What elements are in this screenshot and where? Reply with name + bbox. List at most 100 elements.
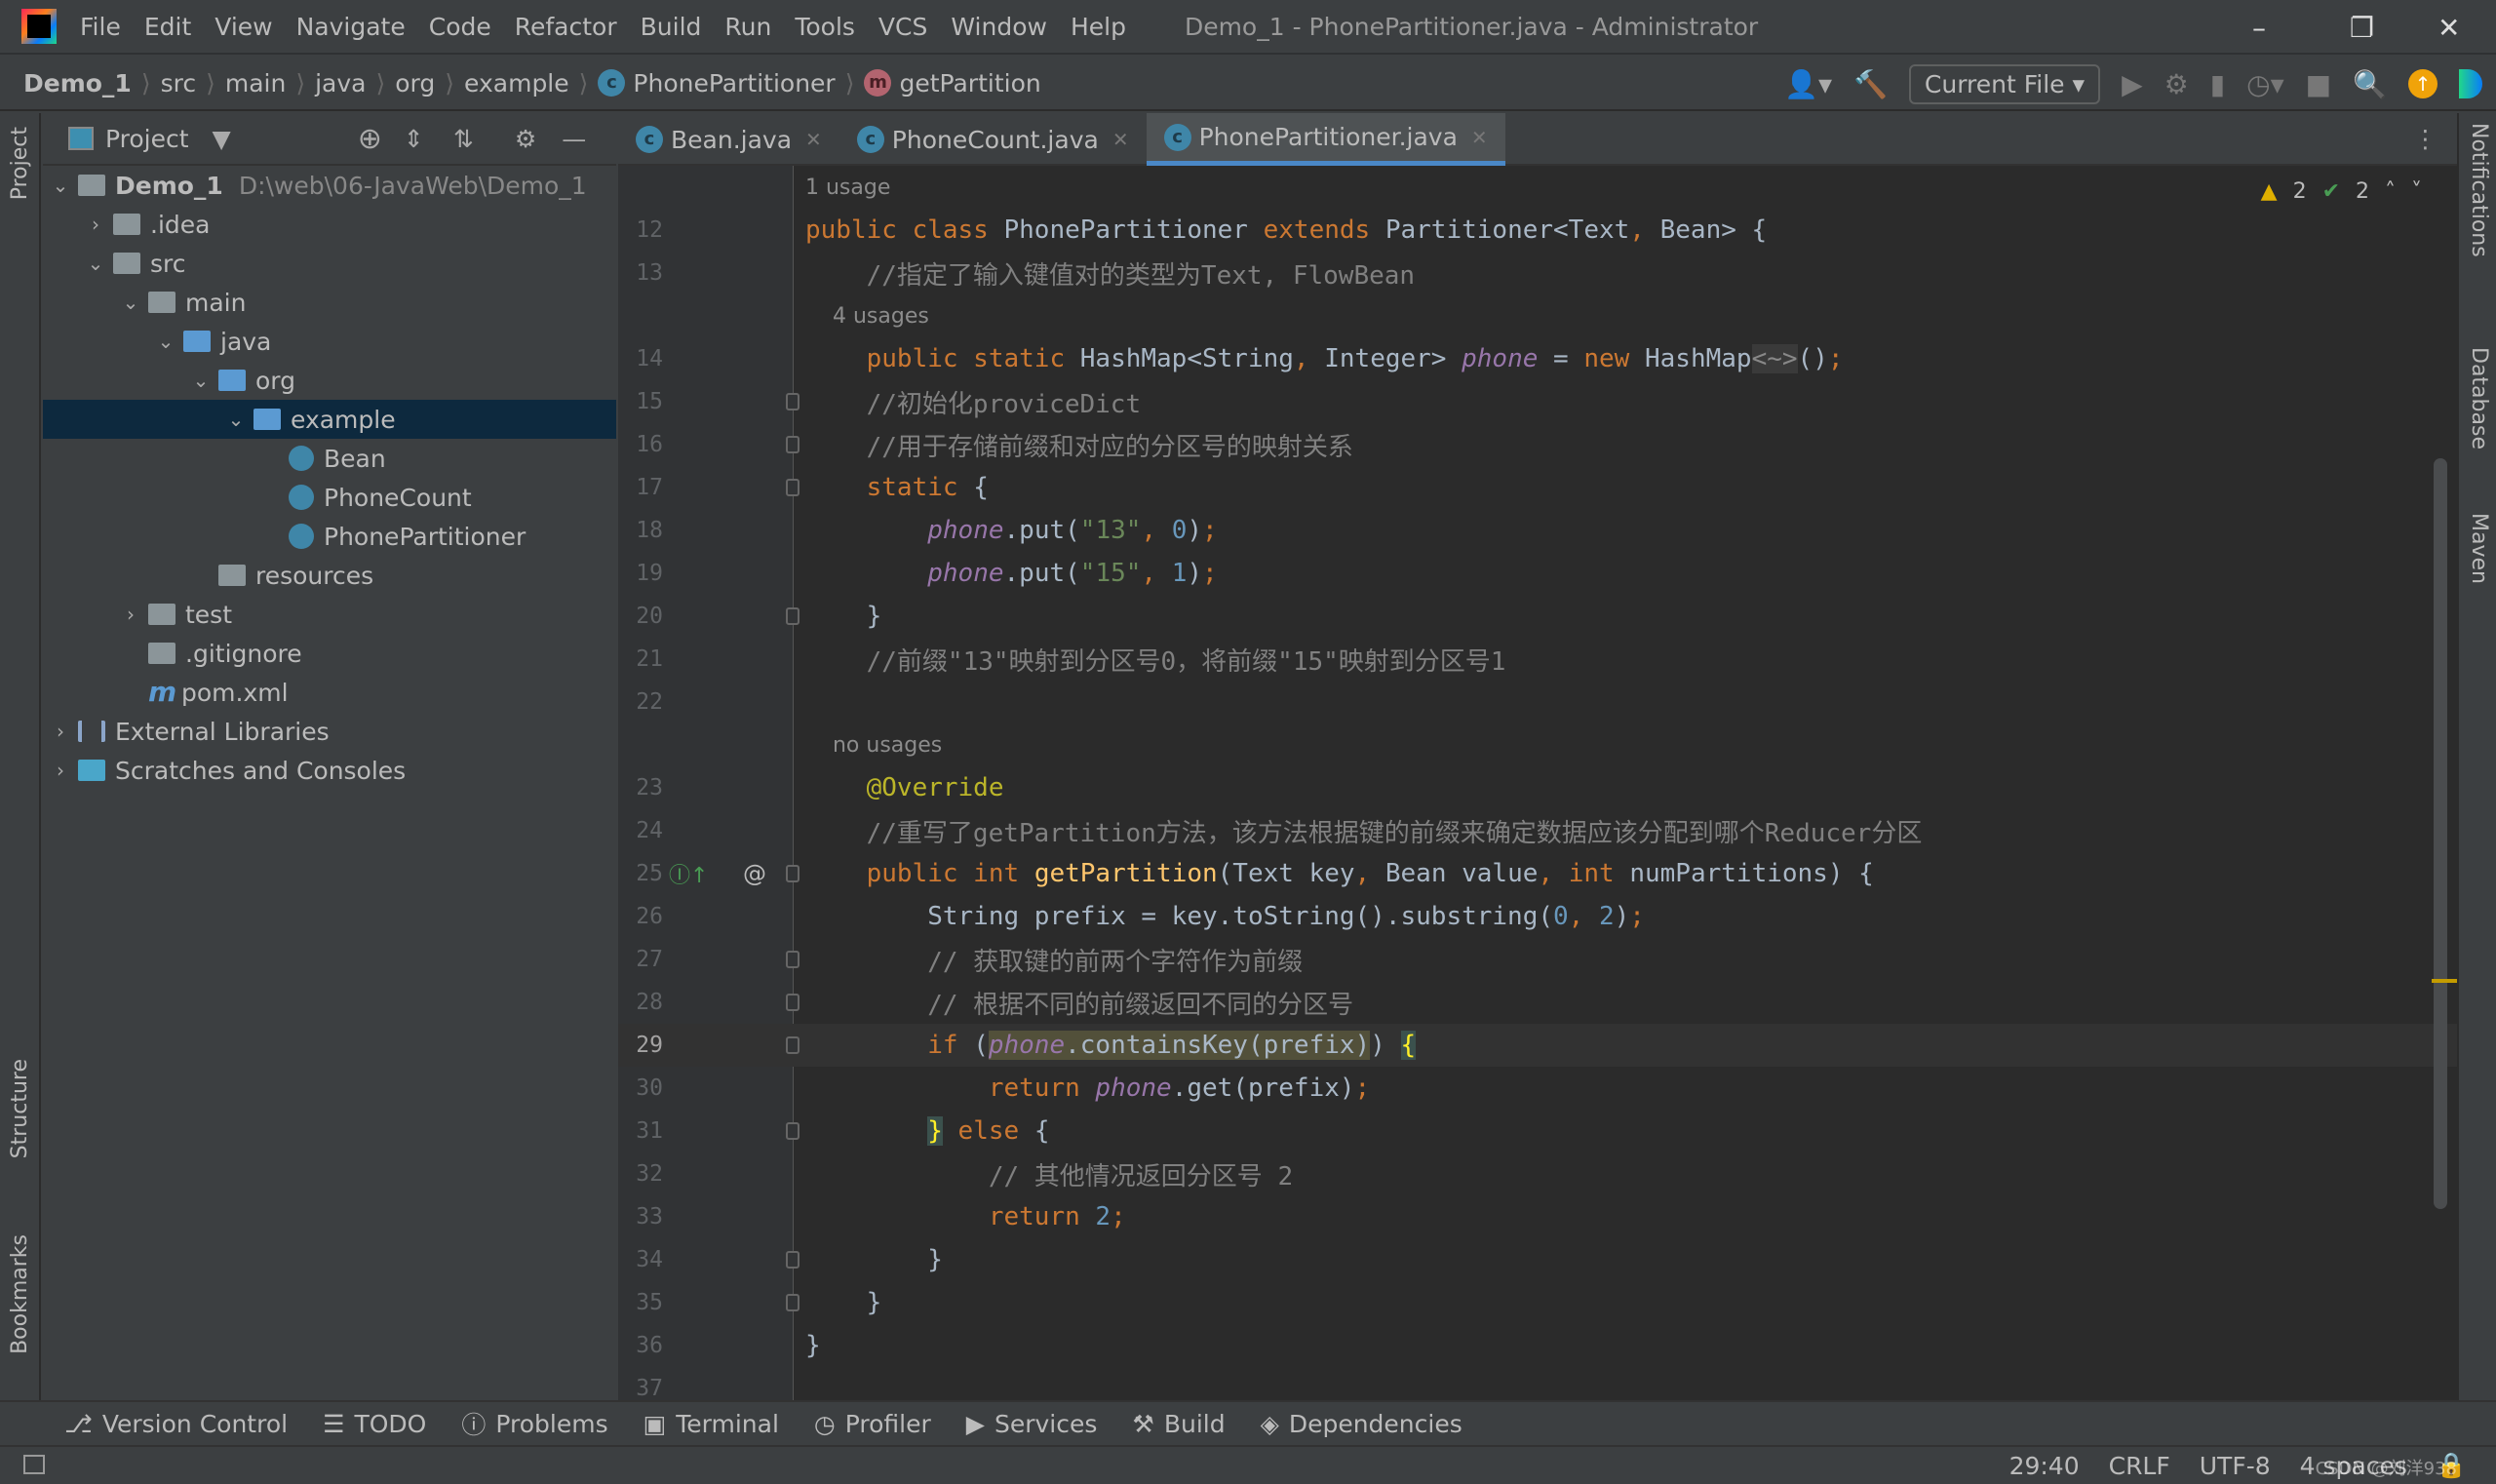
file-encoding[interactable]: UTF-8 xyxy=(2200,1452,2271,1480)
chevron-down-icon[interactable]: ⌄ xyxy=(113,291,148,314)
fold-marker-icon[interactable] xyxy=(786,865,800,882)
line-number[interactable]: 19 xyxy=(618,561,663,586)
previous-highlight-icon[interactable]: ˄ xyxy=(2385,179,2396,204)
menu-code[interactable]: Code xyxy=(429,13,491,41)
menu-build[interactable]: Build xyxy=(641,13,702,41)
menu-refactor[interactable]: Refactor xyxy=(515,13,617,41)
project-view-select[interactable]: Project xyxy=(105,125,189,153)
tool-window-problems[interactable]: ⓘ Problems xyxy=(461,1406,607,1441)
fold-marker-icon[interactable] xyxy=(786,607,800,625)
chevron-down-icon[interactable]: ⌄ xyxy=(183,369,218,392)
line-number[interactable]: 16 xyxy=(618,432,663,457)
project-tool-button[interactable]: Project xyxy=(8,127,32,200)
menu-edit[interactable]: Edit xyxy=(144,13,191,41)
tree-item[interactable]: ⌄ java xyxy=(43,322,616,361)
menu-navigate[interactable]: Navigate xyxy=(296,13,406,41)
editor-scrollbar[interactable] xyxy=(2434,458,2447,1209)
caret-position[interactable]: 29:40 xyxy=(2009,1452,2080,1480)
coverage-icon[interactable]: ▮ xyxy=(2210,68,2225,100)
run-icon[interactable]: ▶ xyxy=(2122,68,2143,100)
breadcrumb-item[interactable]: c PhonePartitioner ⟩ xyxy=(598,69,864,98)
hide-panel-icon[interactable]: — xyxy=(562,125,586,153)
usage-hint[interactable]: 4 usages xyxy=(805,304,929,329)
restore-icon[interactable]: ❐ xyxy=(2350,12,2374,44)
search-icon[interactable]: 🔍 xyxy=(2353,68,2387,100)
tree-item[interactable]: m pom.xml xyxy=(43,673,616,712)
more-tabs-icon[interactable]: ⋮ xyxy=(2413,125,2438,153)
chevron-right-icon[interactable]: › xyxy=(43,720,78,743)
tree-item[interactable]: PhoneCount xyxy=(43,478,616,517)
line-number[interactable]: 21 xyxy=(618,646,663,672)
expand-all-icon[interactable]: ⇕ xyxy=(404,125,424,153)
chevron-right-icon[interactable]: › xyxy=(113,603,148,626)
line-number[interactable]: 29 xyxy=(618,1033,663,1058)
tool-window-build[interactable]: ⚒ Build xyxy=(1132,1410,1225,1438)
line-number[interactable]: 24 xyxy=(618,818,663,843)
notifications-tool-button[interactable]: Notifications xyxy=(2467,123,2491,257)
line-number[interactable]: 14 xyxy=(618,346,663,371)
chevron-down-icon[interactable]: ▼ xyxy=(213,125,231,153)
gear-icon[interactable]: ⚙ xyxy=(515,125,536,153)
line-number[interactable]: 17 xyxy=(618,475,663,500)
structure-tool-button[interactable]: Structure xyxy=(8,1059,32,1158)
tree-item[interactable]: › test xyxy=(43,595,616,634)
bookmarks-tool-button[interactable]: Bookmarks xyxy=(8,1234,32,1354)
tree-item[interactable]: ⌄ org xyxy=(43,361,616,400)
usage-hint[interactable]: no usages xyxy=(805,733,942,758)
fold-marker-icon[interactable] xyxy=(786,1251,800,1269)
editor-tab[interactable]: c PhonePartitioner.java ✕ xyxy=(1146,113,1505,166)
breadcrumb-item[interactable]: example ⟩ xyxy=(464,69,598,98)
chevron-down-icon[interactable]: ⌄ xyxy=(218,408,254,431)
tool-window-terminal[interactable]: ▣ Terminal xyxy=(644,1410,779,1438)
next-highlight-icon[interactable]: ˅ xyxy=(2411,179,2422,204)
implements-method-icon[interactable]: Ⓘ↑ xyxy=(669,858,708,889)
tree-item[interactable]: .gitignore xyxy=(43,634,616,673)
line-number[interactable]: 33 xyxy=(618,1204,663,1230)
database-tool-button[interactable]: Database xyxy=(2467,347,2491,449)
line-number[interactable]: 34 xyxy=(618,1247,663,1272)
tool-window-profiler[interactable]: ◷ Profiler xyxy=(814,1410,931,1438)
line-number[interactable]: 37 xyxy=(618,1376,663,1400)
line-separator[interactable]: CRLF xyxy=(2109,1452,2170,1480)
tree-item[interactable]: resources xyxy=(43,556,616,595)
maven-tool-button[interactable]: Maven xyxy=(2467,513,2491,584)
line-number[interactable]: 26 xyxy=(618,904,663,929)
line-number[interactable]: 13 xyxy=(618,260,663,286)
fold-marker-icon[interactable] xyxy=(786,994,800,1011)
run-configuration-select[interactable]: Current File ▾ xyxy=(1908,63,2101,104)
breadcrumb-item[interactable]: Demo_1 ⟩ xyxy=(23,69,161,98)
tool-window-services[interactable]: ▶ Services xyxy=(966,1410,1098,1438)
code-with-me-icon[interactable] xyxy=(2459,69,2482,98)
tree-item[interactable]: Bean xyxy=(43,439,616,478)
code-lines[interactable]: 1 usage 12 public class PhonePartitioner e… xyxy=(618,166,2457,1400)
tree-item[interactable]: ⌄ src xyxy=(43,244,616,283)
line-number[interactable]: 22 xyxy=(618,689,663,715)
fold-marker-icon[interactable] xyxy=(786,1036,800,1054)
debug-icon[interactable]: ⚙ xyxy=(2164,68,2189,100)
chevron-down-icon[interactable]: ⌄ xyxy=(78,252,113,275)
stop-icon[interactable]: ■ xyxy=(2306,68,2331,100)
fold-marker-icon[interactable] xyxy=(786,393,800,410)
tree-item[interactable]: › External Libraries xyxy=(43,712,616,751)
chevron-down-icon[interactable]: ⌄ xyxy=(148,330,183,353)
tree-item[interactable]: PhonePartitioner xyxy=(43,517,616,556)
close-tab-icon[interactable]: ✕ xyxy=(1112,128,1129,151)
line-number[interactable]: 32 xyxy=(618,1161,663,1187)
locate-icon[interactable]: ⊕ xyxy=(358,122,382,156)
close-tab-icon[interactable]: ✕ xyxy=(805,128,822,151)
menu-vcs[interactable]: VCS xyxy=(878,13,927,41)
tree-item[interactable]: › Scratches and Consoles xyxy=(43,751,616,790)
update-icon[interactable]: ↑ xyxy=(2408,69,2438,98)
build-hammer-icon[interactable]: 🔨 xyxy=(1853,68,1888,100)
close-icon[interactable]: ✕ xyxy=(2438,12,2460,44)
chevron-right-icon[interactable]: › xyxy=(43,759,78,782)
line-number[interactable]: 27 xyxy=(618,947,663,972)
breadcrumb-item[interactable]: java ⟩ xyxy=(315,69,395,98)
close-tab-icon[interactable]: ✕ xyxy=(1471,126,1488,149)
menu-view[interactable]: View xyxy=(214,13,272,41)
tree-item[interactable]: ⌄ main xyxy=(43,283,616,322)
tool-window-version-control[interactable]: ⎇ Version Control xyxy=(64,1410,288,1438)
line-number[interactable]: 28 xyxy=(618,990,663,1015)
tree-item[interactable]: ⌄ Demo_1 D:\web\06-JavaWeb\Demo_1 xyxy=(43,166,616,205)
line-number[interactable]: 23 xyxy=(618,775,663,801)
